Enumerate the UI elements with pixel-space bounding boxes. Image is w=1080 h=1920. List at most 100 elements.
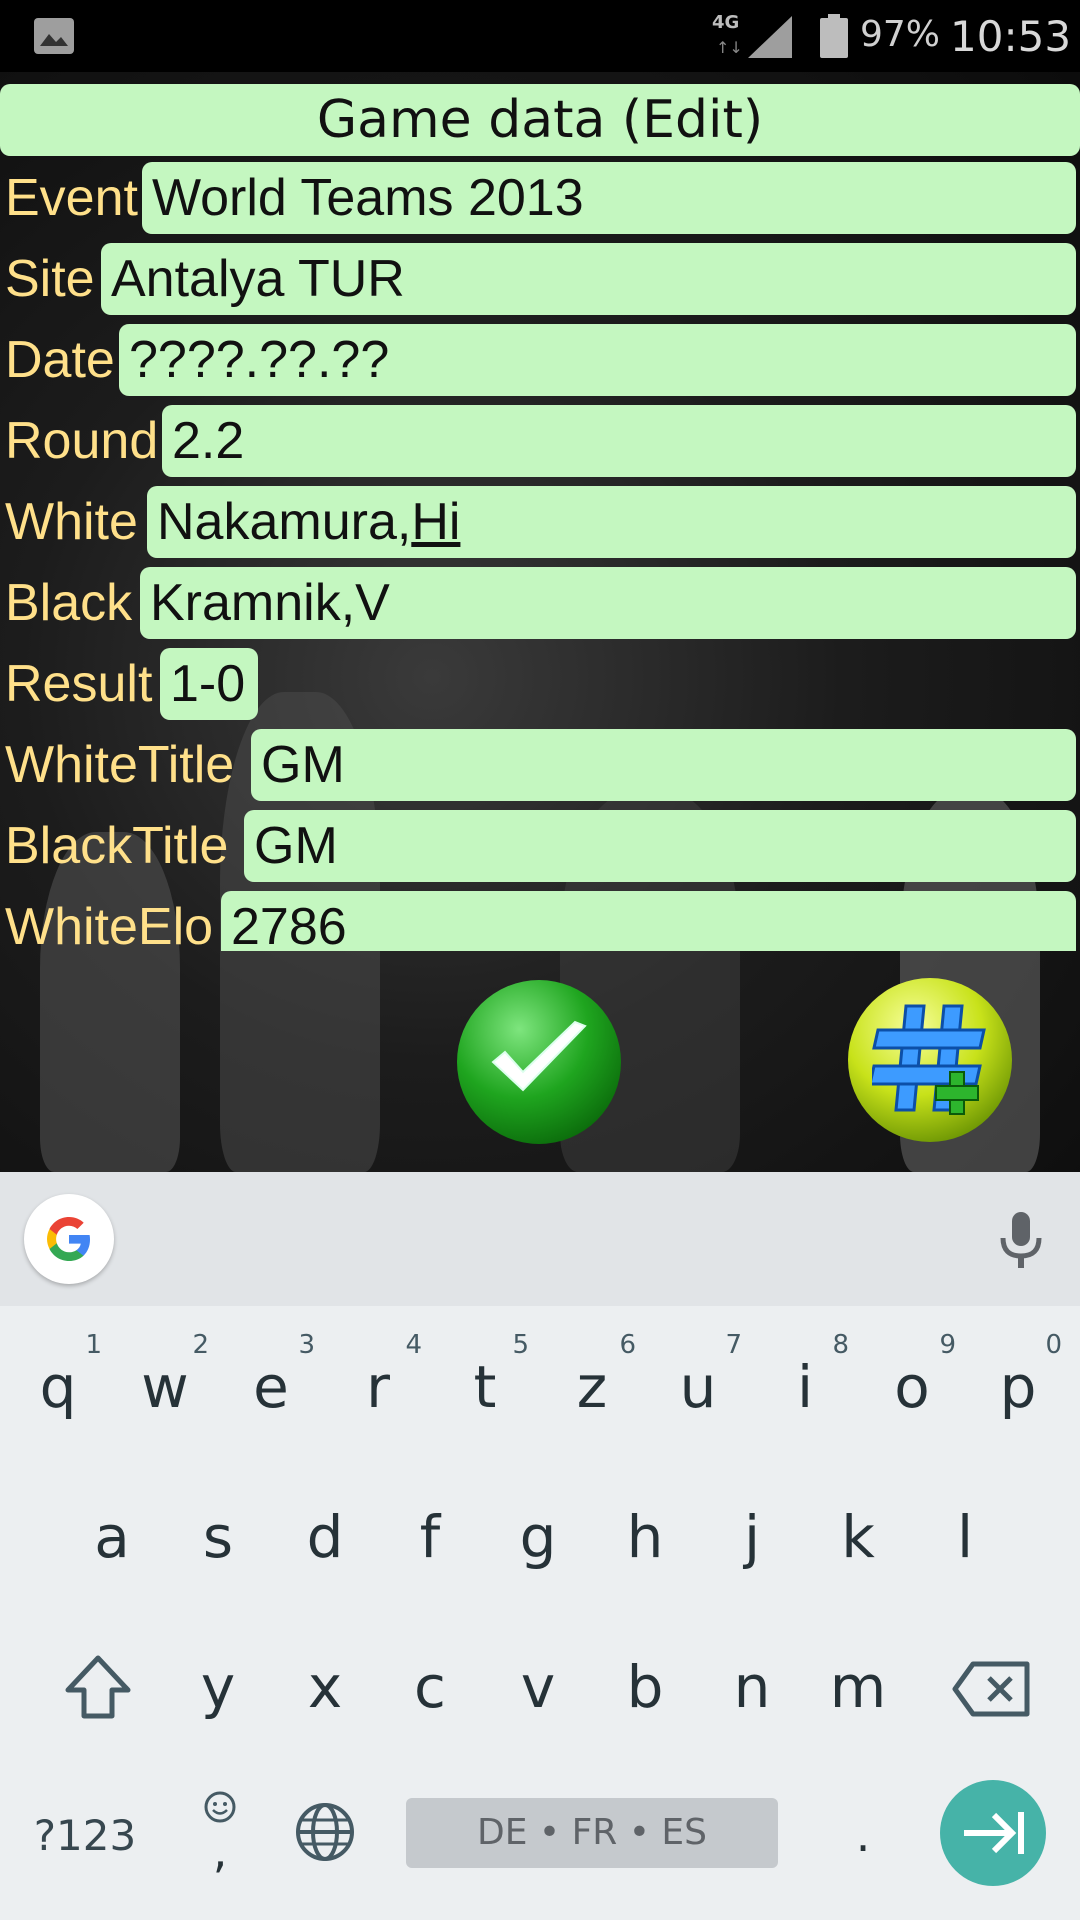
period-key[interactable]: . xyxy=(838,1800,888,1870)
field-label-black: Black xyxy=(5,574,133,632)
tab-arrow-icon xyxy=(964,1812,1024,1854)
key-y[interactable]: y xyxy=(168,1640,268,1740)
clock: 10:53 xyxy=(950,12,1072,61)
field-label-black-title: BlackTitle xyxy=(5,817,229,875)
google-g-icon xyxy=(47,1217,90,1261)
checkmark-icon xyxy=(491,1020,587,1092)
white-elo-input[interactable]: 2786 xyxy=(221,891,1076,951)
key-label: x xyxy=(307,1653,343,1721)
key-k[interactable]: k xyxy=(808,1490,908,1590)
key-number-hint: 7 xyxy=(725,1330,742,1360)
key-v[interactable]: v xyxy=(488,1640,588,1740)
field-row-white-elo: WhiteElo 2786 xyxy=(0,891,1080,951)
key-p[interactable]: p0 xyxy=(968,1330,1068,1440)
key-label: p xyxy=(999,1353,1037,1421)
result-input[interactable]: 1-0 xyxy=(160,648,258,720)
key-label: o xyxy=(894,1353,930,1421)
signal-icon xyxy=(748,16,792,58)
comma-emoji-key[interactable]: , xyxy=(190,1790,250,1880)
language-key[interactable] xyxy=(290,1800,360,1870)
event-input[interactable]: World Teams 2013 xyxy=(142,162,1076,234)
microphone-icon[interactable] xyxy=(998,1212,1044,1268)
field-row-round: Round 2.2 xyxy=(0,405,1080,481)
key-a[interactable]: a xyxy=(62,1490,162,1590)
key-label: e xyxy=(253,1353,289,1421)
google-search-button[interactable] xyxy=(24,1194,114,1284)
ok-button[interactable] xyxy=(457,980,621,1144)
key-e[interactable]: e3 xyxy=(221,1330,321,1440)
key-w[interactable]: w2 xyxy=(115,1330,215,1440)
key-label: w xyxy=(141,1353,189,1421)
key-label: u xyxy=(679,1353,717,1421)
key-d[interactable]: d xyxy=(275,1490,375,1590)
key-label: r xyxy=(366,1353,390,1421)
black-title-input[interactable]: GM xyxy=(244,810,1076,882)
key-number-hint: 3 xyxy=(298,1330,315,1360)
white-player-composing-text: Hi xyxy=(411,493,461,551)
key-q[interactable]: q1 xyxy=(8,1330,108,1440)
key-label: k xyxy=(841,1503,875,1571)
field-label-date: Date xyxy=(5,331,115,389)
symbols-key-label: ?123 xyxy=(33,1811,137,1860)
key-j[interactable]: j xyxy=(702,1490,802,1590)
key-m[interactable]: m xyxy=(808,1640,908,1740)
field-row-site: Site Antalya TUR xyxy=(0,243,1080,319)
comma-key-label: , xyxy=(212,1824,228,1878)
add-tag-button[interactable] xyxy=(848,978,1012,1142)
backspace-icon xyxy=(952,1661,1030,1717)
shift-arrow-icon xyxy=(65,1655,131,1719)
key-l[interactable]: l xyxy=(915,1490,1015,1590)
key-number-hint: 1 xyxy=(85,1330,102,1360)
field-label-result: Result xyxy=(5,655,153,713)
emoji-icon xyxy=(204,1791,236,1823)
shift-key[interactable] xyxy=(50,1644,146,1734)
key-c[interactable]: c xyxy=(380,1640,480,1740)
field-row-date: Date ????.??.?? xyxy=(0,324,1080,400)
key-label: c xyxy=(414,1653,446,1721)
field-row-white: White Nakamura,Hi xyxy=(0,486,1080,562)
game-data-dialog: Game data (Edit) Event World Teams 2013 … xyxy=(0,72,1080,1172)
key-h[interactable]: h xyxy=(595,1490,695,1590)
key-number-hint: 8 xyxy=(832,1330,849,1360)
field-row-result: Result 1-0 xyxy=(0,648,1080,724)
key-label: z xyxy=(576,1353,608,1421)
white-title-input[interactable]: GM xyxy=(251,729,1076,801)
key-label: f xyxy=(419,1503,441,1571)
field-label-white-elo: WhiteElo xyxy=(5,898,214,951)
key-i[interactable]: i8 xyxy=(755,1330,855,1440)
key-label: m xyxy=(829,1653,887,1721)
key-number-hint: 2 xyxy=(192,1330,209,1360)
white-player-input[interactable]: Nakamura,Hi xyxy=(147,486,1076,558)
battery-percent: 97% xyxy=(860,14,941,55)
hash-plus-icon xyxy=(872,1004,986,1115)
key-r[interactable]: r4 xyxy=(328,1330,428,1440)
key-t[interactable]: t5 xyxy=(435,1330,535,1440)
key-label: q xyxy=(39,1353,77,1421)
key-label: y xyxy=(200,1653,236,1721)
date-input[interactable]: ????.??.?? xyxy=(119,324,1076,396)
symbols-key[interactable]: ?123 xyxy=(10,1806,160,1866)
key-g[interactable]: g xyxy=(488,1490,588,1590)
key-s[interactable]: s xyxy=(168,1490,268,1590)
key-f[interactable]: f xyxy=(380,1490,480,1590)
key-label: n xyxy=(733,1653,771,1721)
key-u[interactable]: u7 xyxy=(648,1330,748,1440)
key-n[interactable]: n xyxy=(702,1640,802,1740)
backspace-key[interactable] xyxy=(950,1660,1032,1720)
field-row-white-title: WhiteTitle GM xyxy=(0,729,1080,805)
key-b[interactable]: b xyxy=(595,1640,695,1740)
key-o[interactable]: o9 xyxy=(862,1330,962,1440)
next-field-button[interactable] xyxy=(940,1780,1046,1886)
space-bar[interactable]: DE • FR • ES xyxy=(406,1798,778,1868)
black-player-input[interactable]: Kramnik,V xyxy=(140,567,1076,639)
field-row-black: Black Kramnik,V xyxy=(0,567,1080,643)
field-label-white-title: WhiteTitle xyxy=(5,736,235,794)
site-input[interactable]: Antalya TUR xyxy=(101,243,1076,315)
key-number-hint: 9 xyxy=(939,1330,956,1360)
field-row-black-title: BlackTitle GM xyxy=(0,810,1080,886)
key-z[interactable]: z6 xyxy=(542,1330,642,1440)
key-number-hint: 6 xyxy=(619,1330,636,1360)
key-x[interactable]: x xyxy=(275,1640,375,1740)
field-row-event: Event World Teams 2013 xyxy=(0,162,1080,238)
round-input[interactable]: 2.2 xyxy=(162,405,1076,477)
